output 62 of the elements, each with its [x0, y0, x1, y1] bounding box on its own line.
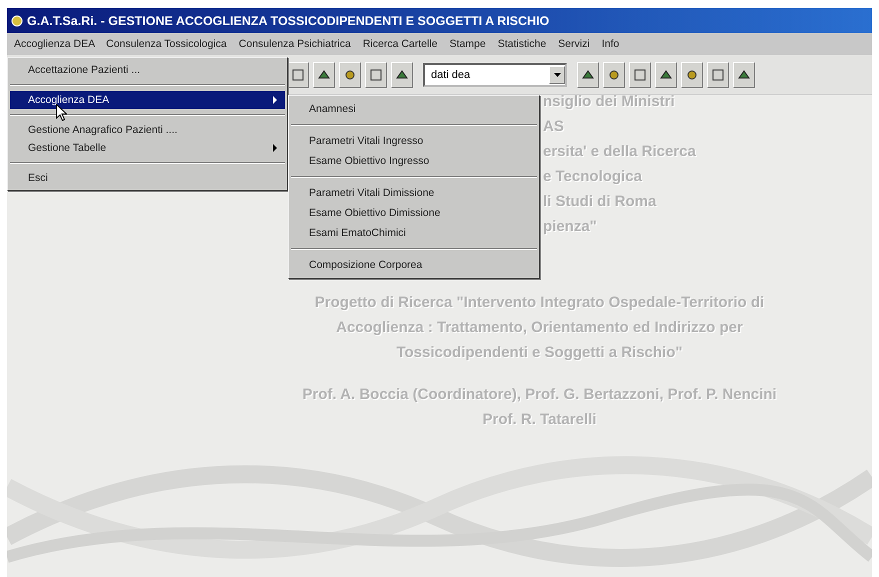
- menu-item[interactable]: Esami EmatoChimici: [291, 223, 537, 243]
- square-icon: [291, 68, 305, 82]
- square-icon: [633, 68, 647, 82]
- menu-item[interactable]: Esame Obiettivo Ingresso: [291, 151, 537, 171]
- triangle-icon: [317, 68, 331, 82]
- toolbar-button[interactable]: [391, 62, 413, 88]
- circle-icon: [607, 68, 621, 82]
- menu-item[interactable]: Composizione Corporea: [291, 255, 537, 275]
- toolbar-button[interactable]: [313, 62, 335, 88]
- menu-item[interactable]: Accettazione Pazienti ...: [10, 61, 285, 79]
- triangle-icon: [395, 68, 409, 82]
- toolbar-button[interactable]: [287, 62, 309, 88]
- triangle-icon: [737, 68, 751, 82]
- menu-item[interactable]: Esame Obiettivo Dimissione: [291, 203, 537, 223]
- square-icon: [711, 68, 725, 82]
- square-icon: [369, 68, 383, 82]
- menu-item[interactable]: Parametri Vitali Ingresso: [291, 131, 537, 151]
- project-title-text: Progetto di Ricerca "Intervento Integrato Ospedale-Territorio di: [314, 293, 764, 313]
- toolbar-button[interactable]: [681, 62, 703, 88]
- credit-text: AS: [543, 117, 565, 137]
- table-combo-box[interactable]: dati dea: [423, 62, 567, 86]
- submenu-arrow-icon: [273, 96, 277, 104]
- project-title-text: Tossicodipendenti e Soggetti a Rischio": [396, 343, 683, 363]
- menu-item[interactable]: Esci: [10, 169, 285, 187]
- app-logo-icon: [11, 14, 23, 26]
- submenu-arrow-icon: [273, 144, 277, 152]
- circle-icon: [343, 68, 357, 82]
- toolbar-button[interactable]: [655, 62, 677, 88]
- toolbar-button[interactable]: [339, 62, 361, 88]
- menu-bar-item[interactable]: Info: [596, 35, 626, 53]
- toolbar-button[interactable]: [733, 62, 755, 88]
- mouse-pointer-icon: [56, 104, 67, 121]
- menu-item[interactable]: Parametri Vitali Dimissione: [291, 183, 537, 203]
- menu-bar-item[interactable]: Accoglienza DEA: [9, 36, 100, 52]
- credit-text: e Tecnologica: [543, 167, 643, 187]
- menu-bar-item[interactable]: Stampe: [444, 35, 492, 53]
- dropdown-arrow-icon: [554, 72, 560, 76]
- credit-text: li Studi di Roma: [543, 192, 658, 212]
- toolbar-button[interactable]: [577, 62, 599, 88]
- menu-item[interactable]: Gestione Tabelle: [10, 139, 285, 157]
- credit-text: ersita' e della Ricerca: [543, 142, 696, 162]
- credit-text: Prof. A. Boccia (Coordinatore), Prof. G. Bertazzoni, Prof. P. Nencini: [302, 385, 777, 405]
- toolbar-button[interactable]: [603, 62, 625, 88]
- menu-bar-item[interactable]: Statistiche: [492, 35, 552, 53]
- project-title-text: Accoglienza : Trattamento, Orientamento ed Indirizzo per: [336, 318, 743, 338]
- toolbar-button[interactable]: [629, 62, 651, 88]
- window-title: G.A.T.Sa.Ri. - GESTIONE ACCOGLIENZA TOSSICODIPENDENTI E SOGGETTI A RISCHIO: [27, 14, 550, 28]
- menu-bar-item[interactable]: Servizi: [552, 35, 596, 53]
- credit-text: Prof. R. Tatarelli: [482, 410, 596, 430]
- credit-text: nsiglio dei Ministri: [543, 92, 676, 112]
- menu-item[interactable]: Anamnesi: [291, 99, 537, 119]
- menu-item[interactable]: Gestione Anagrafico Pazienti ....: [10, 121, 285, 139]
- credit-text: pienza": [543, 217, 598, 237]
- triangle-icon: [659, 68, 673, 82]
- menu-bar-item[interactable]: Consulenza Tossicologica: [100, 35, 233, 53]
- menu-bar-item[interactable]: Consulenza Psichiatrica: [232, 35, 357, 53]
- menu-bar-item[interactable]: Ricerca Cartelle: [356, 35, 444, 53]
- triangle-icon: [581, 68, 595, 82]
- circle-icon: [685, 68, 699, 82]
- toolbar-button[interactable]: [707, 62, 729, 88]
- menu-item[interactable]: Accoglienza DEA: [10, 91, 285, 109]
- toolbar-button[interactable]: [365, 62, 387, 88]
